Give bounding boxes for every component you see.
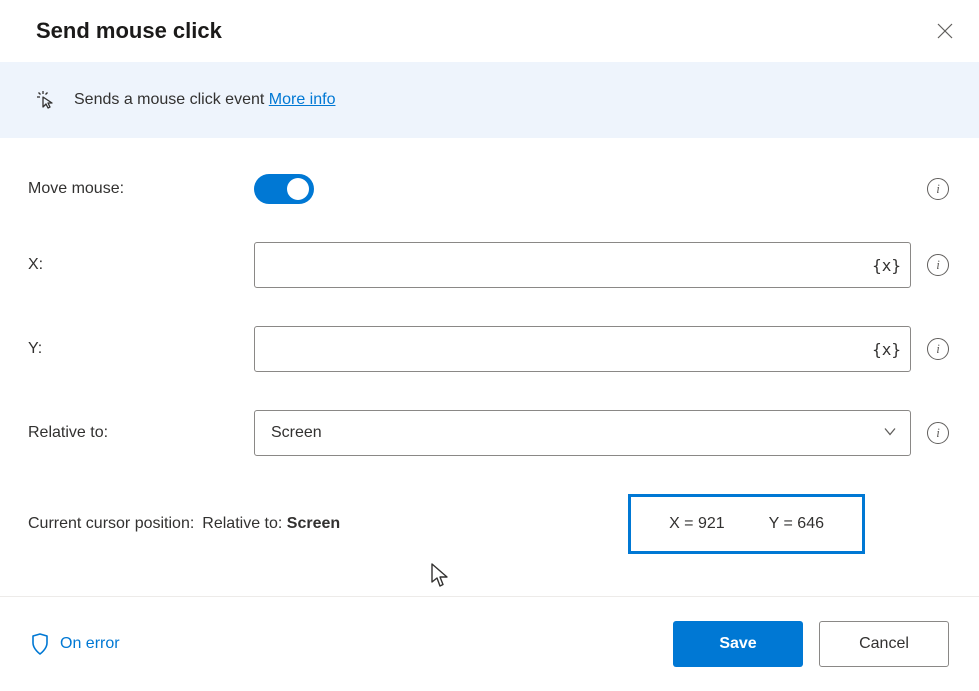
cursor-position-row: Current cursor position: Relative to: Sc… bbox=[28, 494, 949, 554]
cursor-position-label: Current cursor position: bbox=[28, 515, 194, 533]
x-input[interactable] bbox=[254, 242, 911, 288]
on-error-button[interactable]: On error bbox=[30, 633, 120, 655]
info-banner: Sends a mouse click event More info bbox=[0, 62, 979, 138]
info-icon[interactable]: i bbox=[927, 178, 949, 200]
move-mouse-control: i bbox=[254, 174, 949, 204]
cancel-button[interactable]: Cancel bbox=[819, 621, 949, 667]
relative-to-label: Relative to: bbox=[28, 424, 254, 442]
info-icon[interactable]: i bbox=[927, 254, 949, 276]
on-error-label: On error bbox=[60, 635, 120, 653]
relative-to-row: Relative to: Screen i bbox=[28, 410, 949, 456]
mouse-click-icon bbox=[36, 90, 56, 110]
y-label: Y: bbox=[28, 340, 254, 358]
chevron-down-icon bbox=[883, 425, 897, 442]
cursor-y: Y = 646 bbox=[769, 515, 824, 533]
relative-to-select[interactable]: Screen bbox=[254, 410, 911, 456]
shield-icon bbox=[30, 633, 50, 655]
coordinates-box: X = 921 Y = 646 bbox=[628, 494, 865, 554]
send-mouse-click-dialog: Send mouse click Sends a mouse click eve… bbox=[0, 0, 979, 691]
info-icon[interactable]: i bbox=[927, 422, 949, 444]
dialog-content: Move mouse: i X: {x} i Y: {x} i bbox=[0, 138, 979, 596]
x-input-wrapper: {x} bbox=[254, 242, 911, 288]
y-input-wrapper: {x} bbox=[254, 326, 911, 372]
relative-to-select-wrapper: Screen bbox=[254, 410, 911, 456]
more-info-link[interactable]: More info bbox=[269, 91, 336, 108]
info-icon[interactable]: i bbox=[927, 338, 949, 360]
move-mouse-toggle[interactable] bbox=[254, 174, 314, 204]
banner-text: Sends a mouse click event More info bbox=[74, 91, 335, 109]
x-label: X: bbox=[28, 256, 254, 274]
relative-to-value: Screen bbox=[271, 424, 322, 442]
y-input[interactable] bbox=[254, 326, 911, 372]
dialog-header: Send mouse click bbox=[0, 0, 979, 62]
cursor-x: X = 921 bbox=[669, 515, 725, 533]
cursor-relative-value: Screen bbox=[287, 515, 340, 532]
move-mouse-label: Move mouse: bbox=[28, 180, 254, 198]
y-row: Y: {x} i bbox=[28, 326, 949, 372]
dialog-footer: On error Save Cancel bbox=[0, 596, 979, 691]
footer-buttons: Save Cancel bbox=[673, 621, 949, 667]
toggle-knob bbox=[287, 178, 309, 200]
cursor-relative-prefix: Relative to: bbox=[202, 515, 286, 532]
variable-icon[interactable]: {x} bbox=[872, 256, 901, 275]
x-row: X: {x} i bbox=[28, 242, 949, 288]
close-icon[interactable] bbox=[935, 21, 955, 41]
save-button[interactable]: Save bbox=[673, 621, 803, 667]
move-mouse-row: Move mouse: i bbox=[28, 174, 949, 204]
variable-icon[interactable]: {x} bbox=[872, 340, 901, 359]
dialog-title: Send mouse click bbox=[36, 18, 222, 44]
cursor-relative-to: Relative to: Screen bbox=[202, 515, 340, 533]
banner-description: Sends a mouse click event bbox=[74, 91, 269, 108]
